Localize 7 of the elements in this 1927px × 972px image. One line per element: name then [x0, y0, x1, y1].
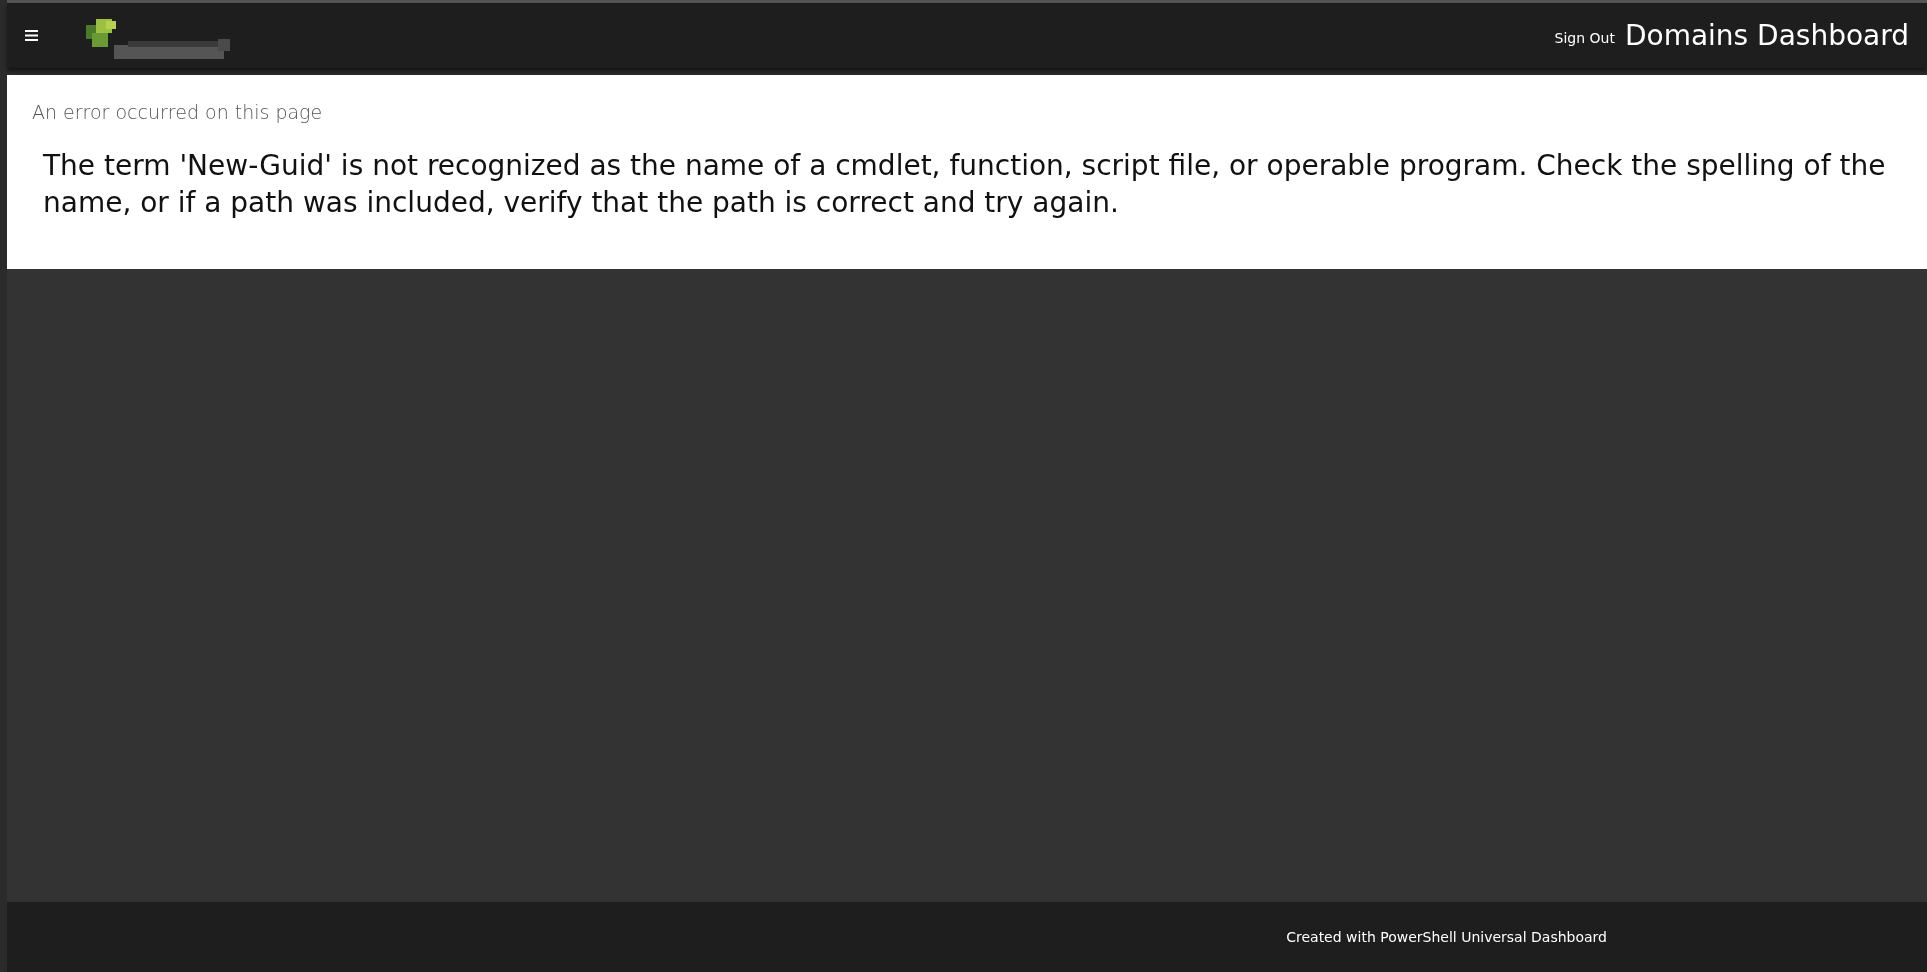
- footer-text: Created with PowerShell Universal Dashboard: [1286, 929, 1607, 945]
- error-heading: An error occurred on this page: [32, 101, 324, 123]
- menu-button[interactable]: [25, 30, 38, 41]
- error-message: The term 'New-Guid' is not recognized as the name of a cmdlet, function, script file, or operable program. Check the spelling of the name, or if a path was included, verify that the path is correct and try again.: [43, 148, 1887, 221]
- menu-icon: [25, 30, 38, 41]
- sign-out-link[interactable]: Sign Out: [1554, 29, 1615, 46]
- dashboard-title: Domains Dashboard: [1624, 19, 1909, 52]
